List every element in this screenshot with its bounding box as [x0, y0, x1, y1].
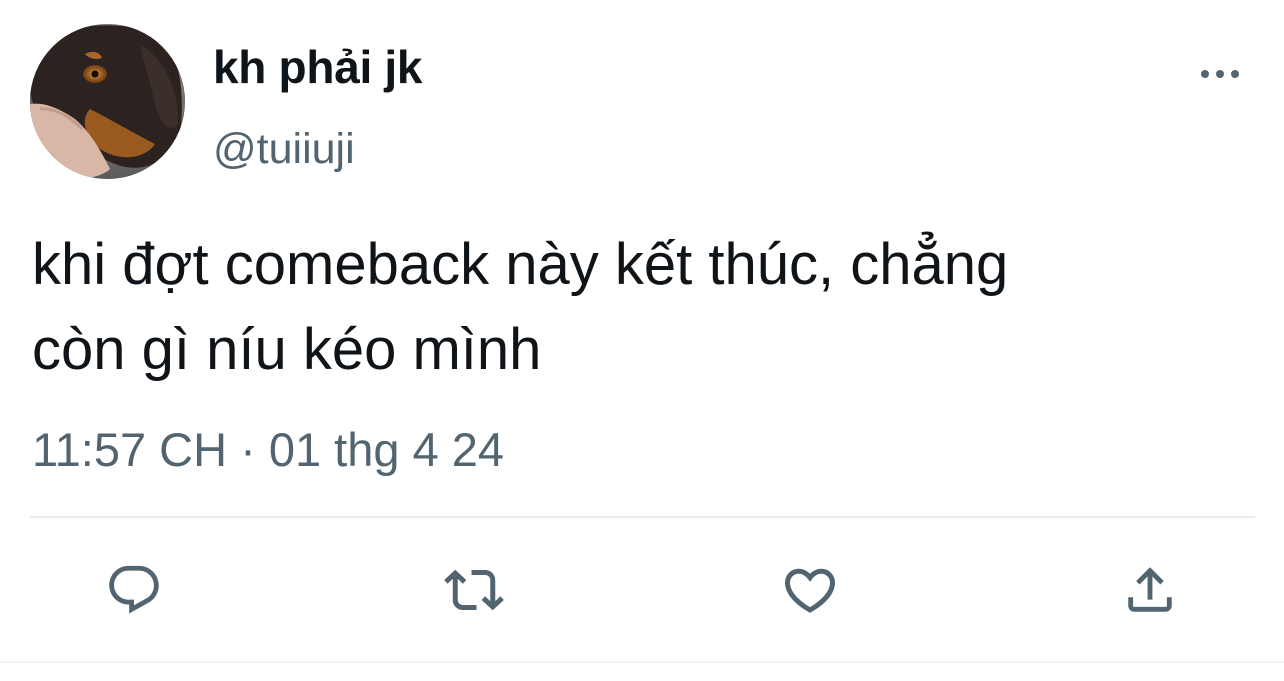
heart-icon — [784, 568, 836, 613]
more-options-button[interactable] — [1190, 56, 1250, 92]
retweet-button[interactable] — [444, 560, 504, 620]
like-button[interactable] — [780, 560, 840, 620]
share-icon — [1128, 567, 1172, 612]
user-handle[interactable]: @tuiiuji — [213, 122, 355, 176]
avatar[interactable] — [30, 24, 185, 179]
divider — [30, 516, 1255, 518]
share-button[interactable] — [1120, 560, 1180, 620]
bottom-divider — [0, 661, 1284, 663]
tweet-card: kh phải jk @tuiiuji khi đợt comeback này… — [0, 0, 1284, 681]
more-dots-icon — [1201, 70, 1239, 78]
dog-avatar-image — [30, 24, 185, 179]
retweet-icon — [444, 569, 504, 611]
reply-icon — [109, 565, 159, 614]
display-name[interactable]: kh phải jk — [213, 38, 422, 96]
tweet-text: khi đợt comeback này kết thúc, chẳng còn… — [32, 232, 1009, 382]
reply-button[interactable] — [104, 560, 164, 620]
tweet-timestamp[interactable]: 11:57 CH · 01 thg 4 24 — [32, 420, 504, 480]
